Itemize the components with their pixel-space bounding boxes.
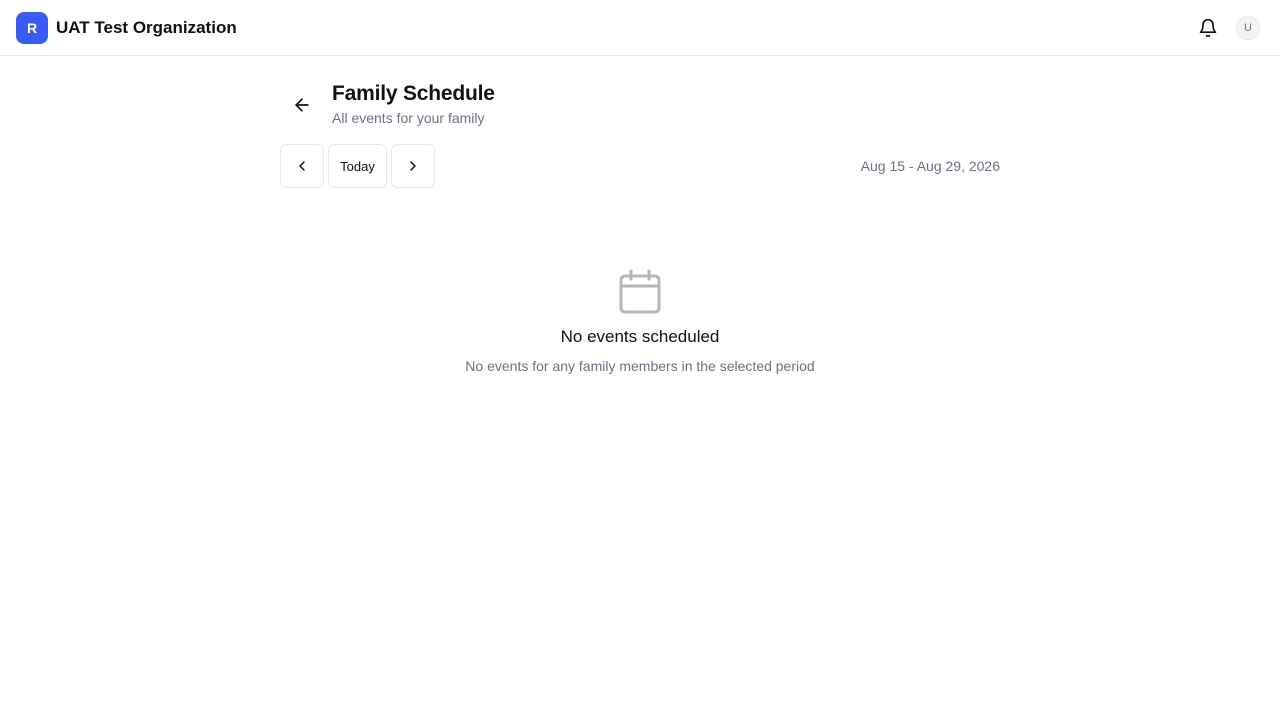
user-initial: U: [1244, 22, 1252, 34]
chevron-right-icon: [410, 161, 416, 171]
next-period-button[interactable]: [391, 144, 435, 188]
empty-state-description: No events for any family members in the …: [465, 358, 815, 374]
top-bar: R UAT Test Organization U: [0, 0, 1280, 56]
notifications-button[interactable]: [1196, 16, 1220, 40]
org-logo[interactable]: R: [16, 12, 48, 44]
calendar-icon: [619, 269, 661, 314]
bell-icon: [1199, 18, 1217, 38]
empty-state-title: No events scheduled: [560, 327, 720, 346]
org-name[interactable]: UAT Test Organization: [56, 18, 237, 38]
date-range-label: Aug 15 - Aug 29, 2026: [860, 158, 1000, 174]
user-avatar[interactable]: U: [1236, 16, 1260, 40]
previous-period-button[interactable]: [280, 144, 324, 188]
page-title: Family Schedule: [332, 82, 495, 105]
arrow-left-icon: [295, 98, 309, 112]
org-initial: R: [26, 20, 38, 36]
back-button[interactable]: [290, 93, 314, 117]
chevron-left-icon: [299, 161, 305, 171]
empty-state-icon-wrap: [618, 269, 662, 315]
page-subtitle: All events for your family: [332, 110, 485, 126]
today-button[interactable]: Today: [328, 144, 387, 188]
